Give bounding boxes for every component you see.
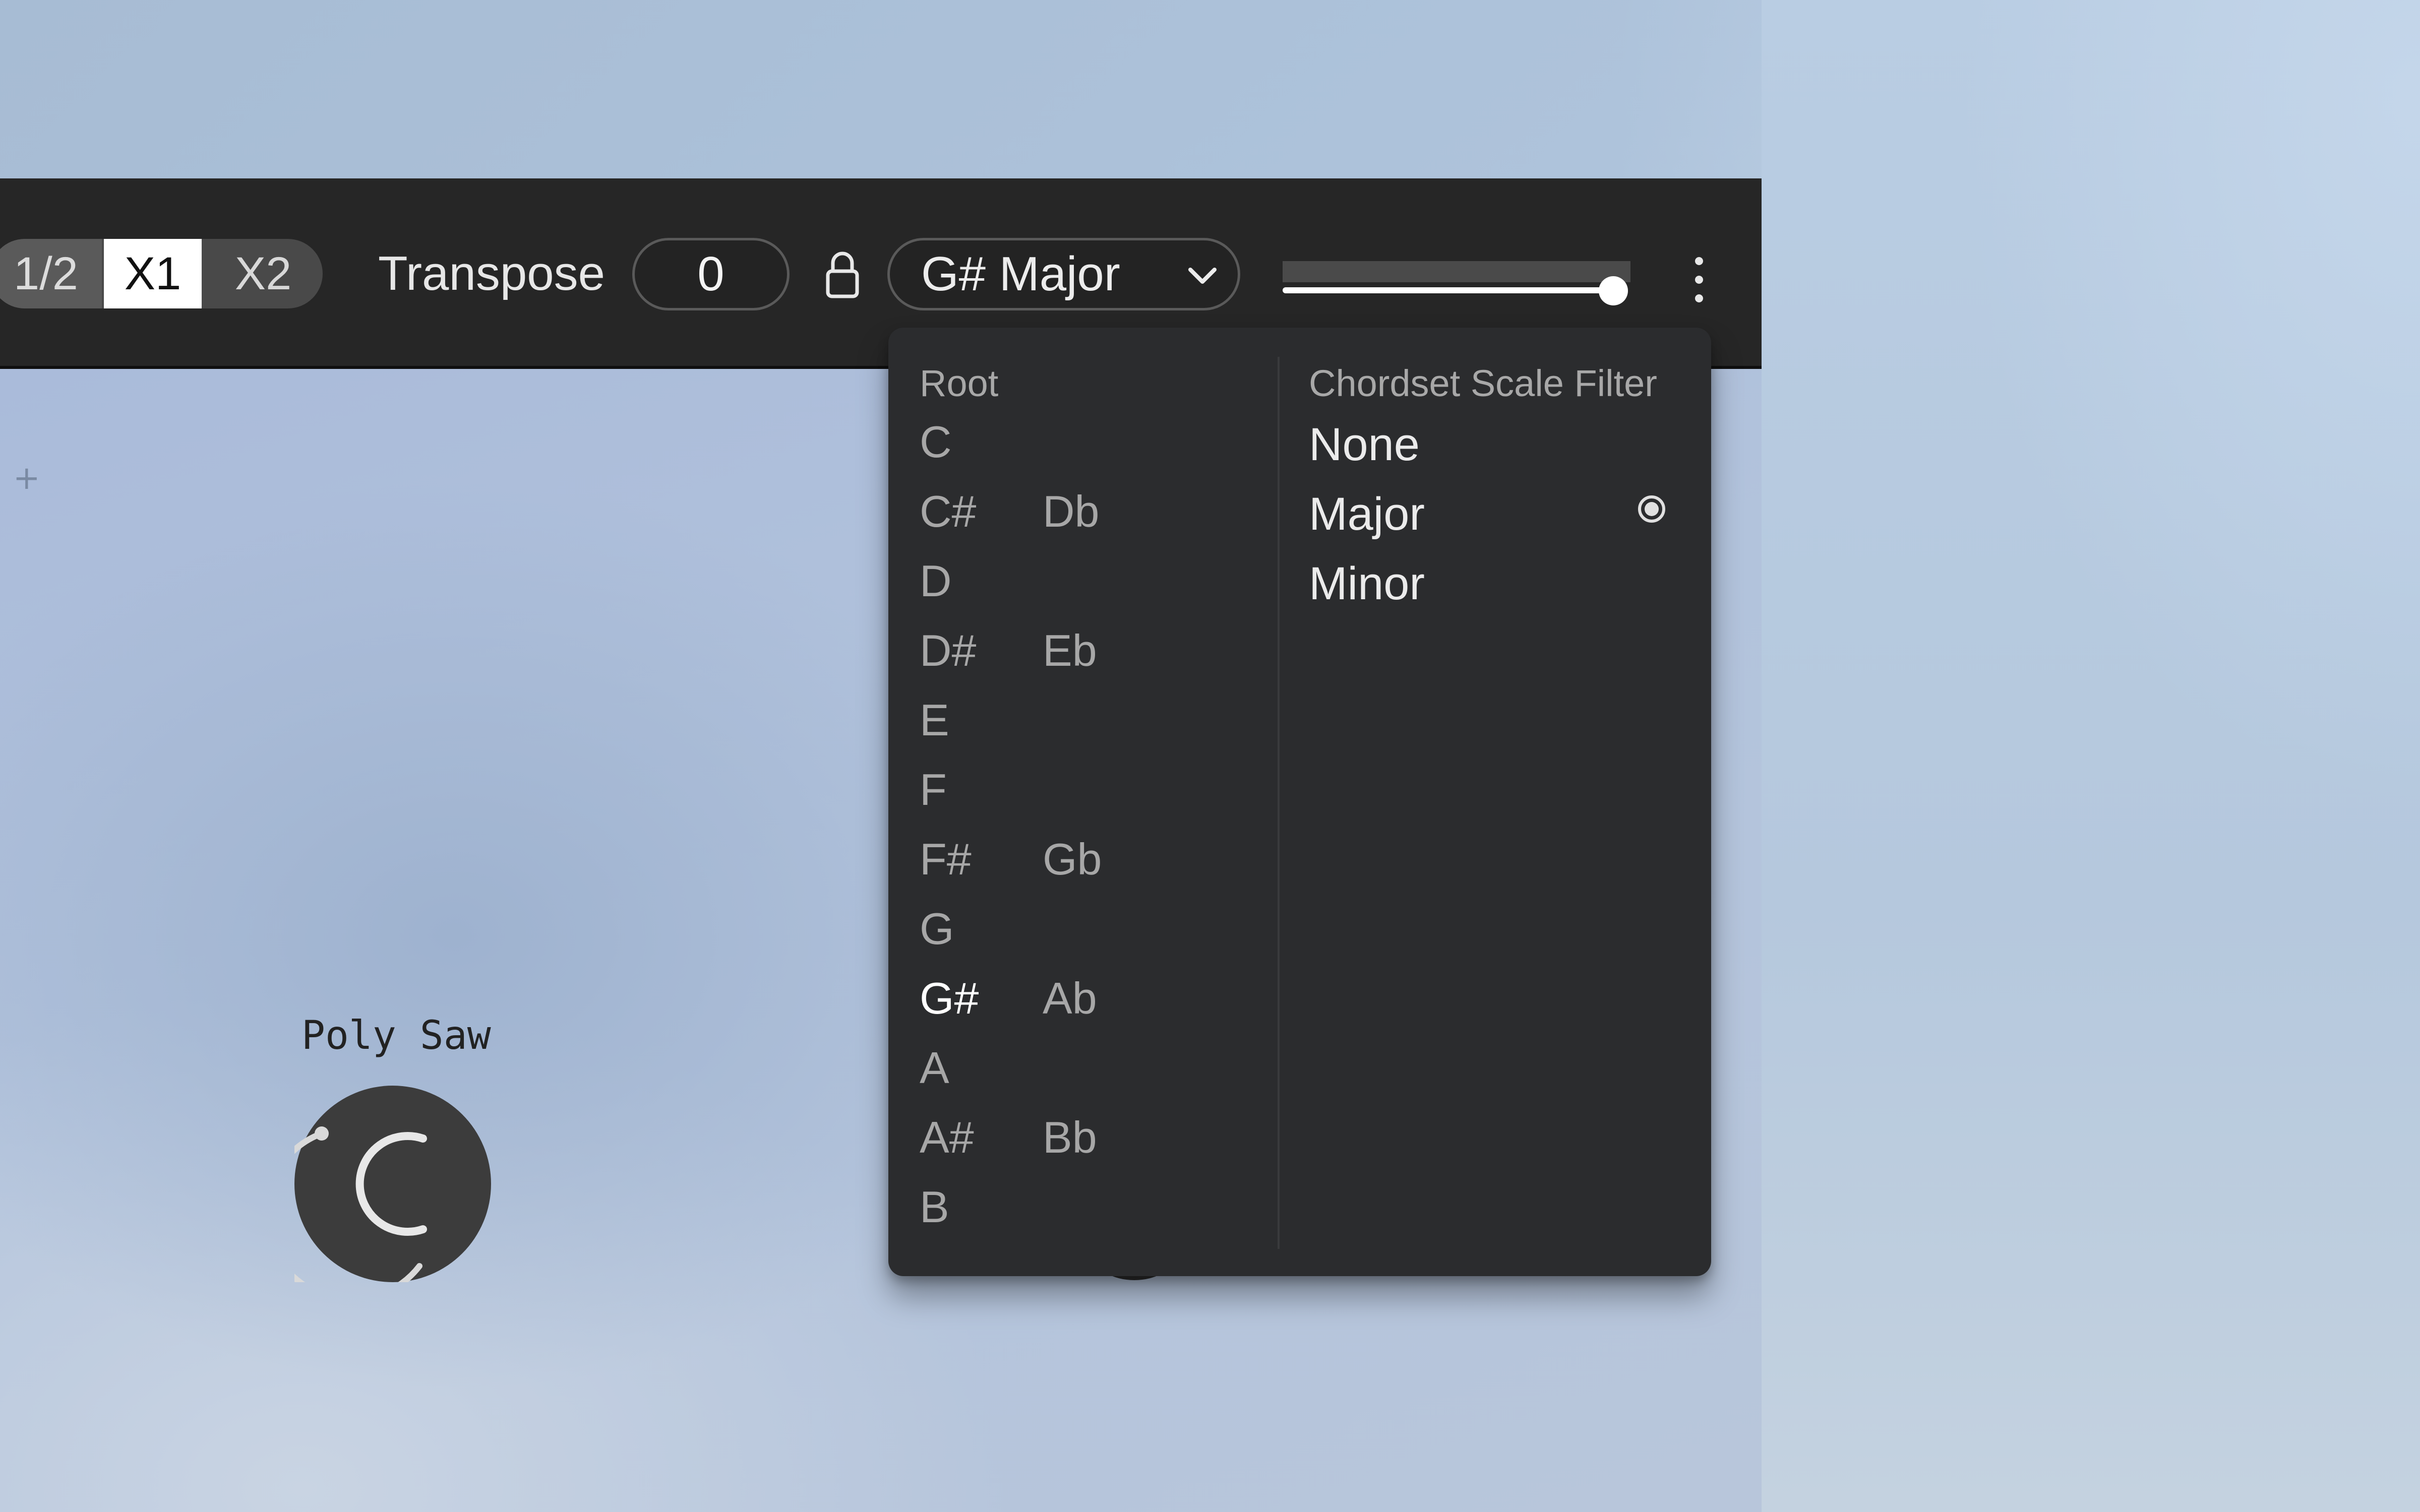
transpose-label: Transpose — [378, 246, 605, 300]
rate-x1-button[interactable]: X1 — [104, 239, 202, 308]
rate-segmented-control: 1/2 X1 X2 — [0, 239, 323, 308]
scale-filter-heading: Chordset Scale Filter — [1309, 362, 1657, 404]
root-option-f[interactable]: F — [920, 764, 947, 815]
key-dropdown-menu: Root C C# Db D D# Eb E F F# Gb G G# Ab A… — [888, 328, 1711, 1276]
root-option-g-sharp[interactable]: G# — [920, 973, 979, 1024]
root-option-f-sharp[interactable]: F# — [920, 834, 972, 885]
root-option-e[interactable]: E — [920, 695, 949, 746]
root-option-a-sharp[interactable]: A# — [920, 1112, 974, 1163]
scale-option-minor[interactable]: Minor — [1309, 557, 1425, 610]
volume-slider-fill — [1283, 287, 1613, 293]
root-option-b[interactable]: B — [920, 1181, 949, 1233]
background-pane — [1762, 0, 2420, 1512]
volume-slider-thumb[interactable] — [1598, 276, 1628, 305]
scale-option-major[interactable]: Major — [1309, 488, 1425, 541]
device-knob[interactable] — [294, 1086, 491, 1282]
dropdown-divider — [1278, 357, 1280, 1249]
rate-half-button[interactable]: 1/2 — [0, 239, 102, 308]
root-option-d-sharp[interactable]: D# — [920, 625, 977, 676]
more-vertical-icon[interactable] — [1689, 252, 1709, 307]
root-option-b-flat[interactable]: Bb — [1043, 1112, 1097, 1163]
root-option-d[interactable]: D — [920, 555, 952, 607]
root-option-e-flat[interactable]: Eb — [1043, 625, 1097, 676]
rate-x2-button[interactable]: X2 — [204, 239, 323, 308]
key-select-value: G# Major — [921, 247, 1120, 301]
root-heading: Root — [920, 362, 999, 404]
radio-selected-icon — [1638, 495, 1665, 523]
root-option-c[interactable]: C — [920, 416, 952, 468]
root-option-g[interactable]: G — [920, 903, 954, 955]
lock-icon[interactable] — [825, 249, 860, 299]
device-name: Poly Saw — [301, 1013, 491, 1058]
plus-icon[interactable]: + — [13, 460, 40, 497]
chevron-down-icon — [1188, 268, 1217, 284]
scale-option-none[interactable]: None — [1309, 418, 1420, 471]
transpose-input[interactable]: 0 — [632, 238, 790, 310]
root-option-d-flat[interactable]: Db — [1043, 486, 1100, 537]
root-option-g-flat[interactable]: Gb — [1043, 834, 1102, 885]
volume-slider-track[interactable] — [1283, 261, 1630, 282]
root-option-c-sharp[interactable]: C# — [920, 486, 977, 537]
key-select[interactable]: G# Major — [887, 238, 1240, 310]
root-option-a[interactable]: A — [920, 1042, 949, 1094]
root-option-a-flat[interactable]: Ab — [1043, 973, 1097, 1024]
